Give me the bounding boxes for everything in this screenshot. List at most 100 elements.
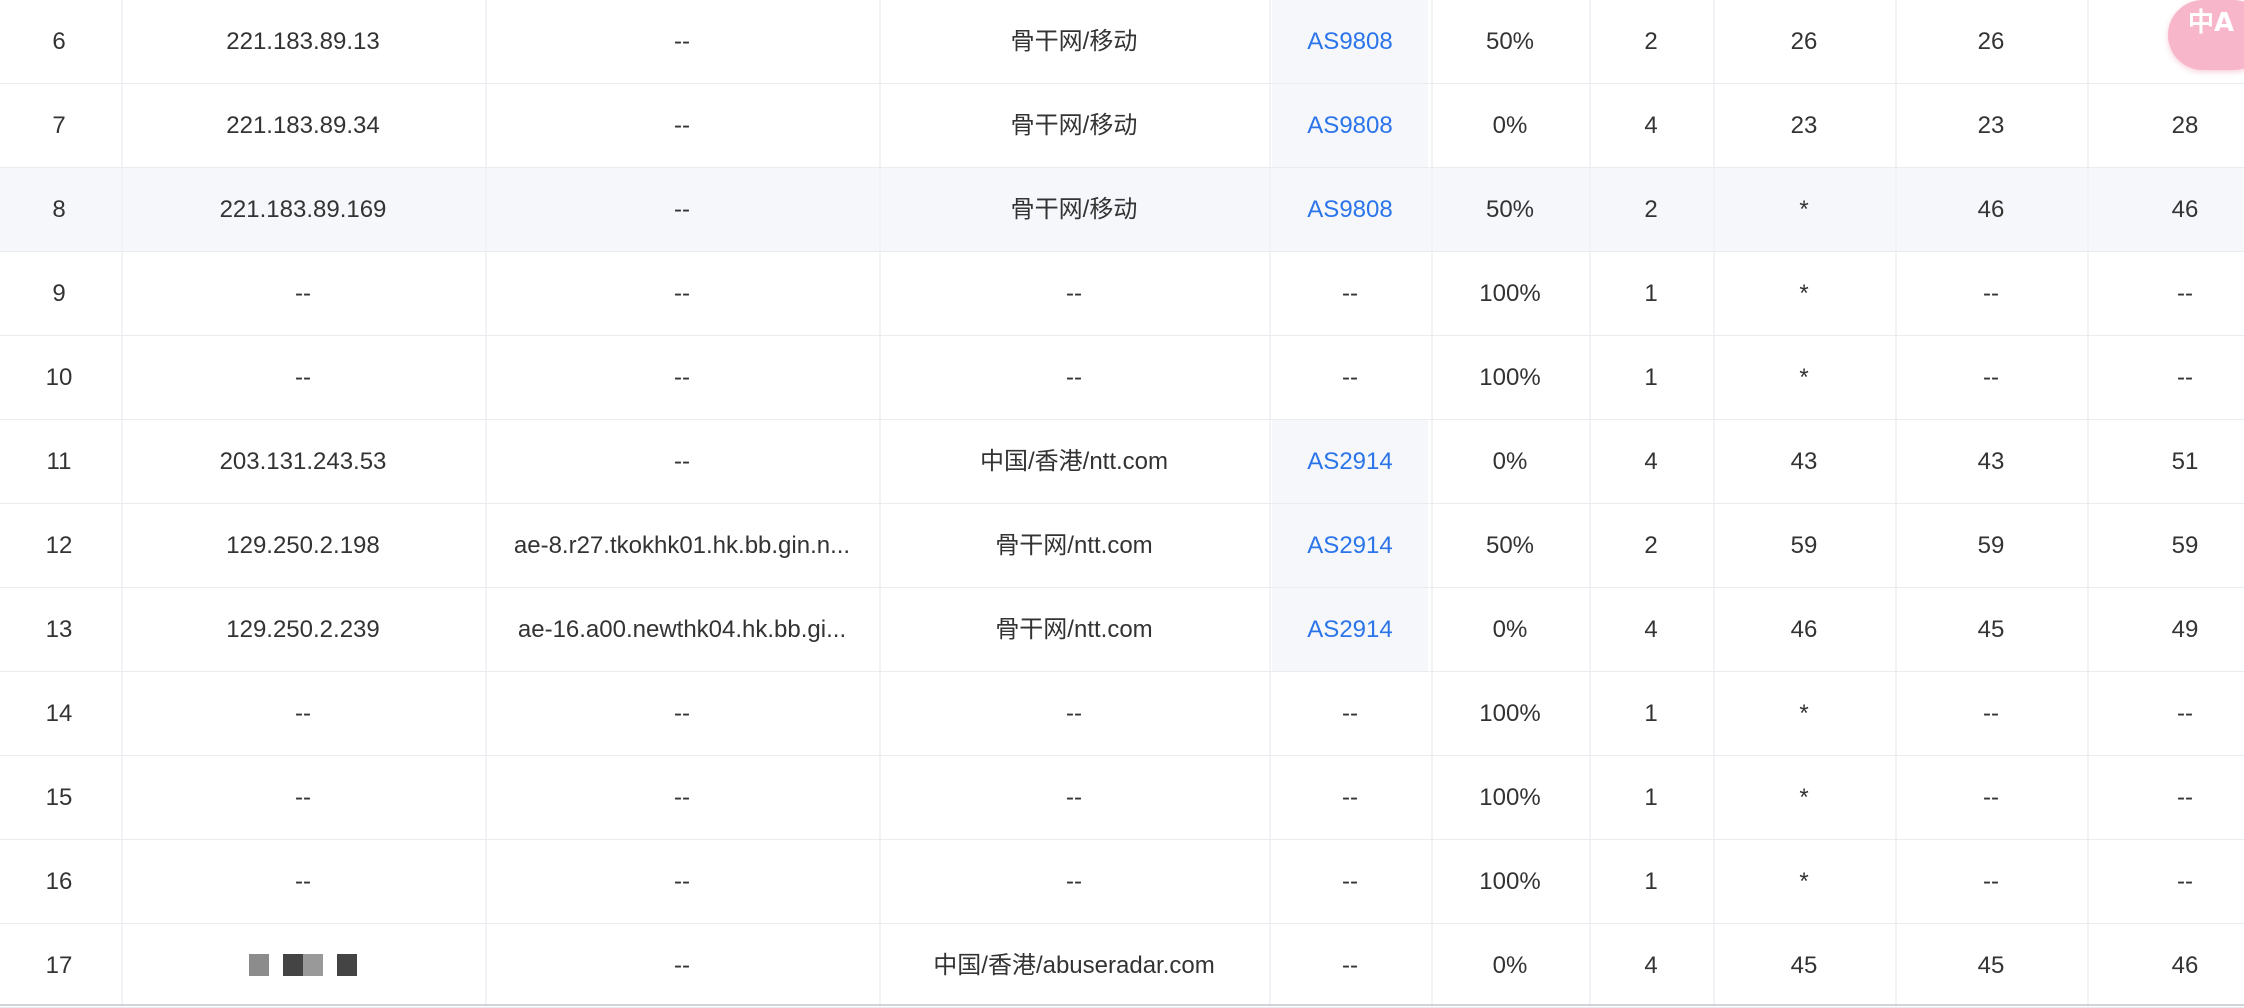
translate-icon: 中A — [2188, 8, 2235, 38]
hop-number-cell: 13 — [45, 616, 73, 643]
hostname-cell: -- — [674, 868, 690, 895]
column-separator — [1589, 420, 1591, 503]
column-separator — [1589, 588, 1591, 671]
column-separator — [1589, 84, 1591, 167]
column-separator — [1431, 588, 1433, 671]
column-separator — [1589, 0, 1591, 83]
asn-cell[interactable]: AS2914 — [1272, 588, 1428, 671]
avg-latency-cell: 59 — [1977, 532, 2005, 559]
location-cell: -- — [1066, 364, 1082, 391]
table-row: 16 -- -- -- -- 100% 1 * -- -- — [0, 840, 2244, 924]
ip-address-cell: 129.250.2.198 — [226, 532, 380, 559]
location-cell: 中国/香港/ntt.com — [979, 448, 1169, 475]
column-separator — [1589, 168, 1591, 251]
last-latency-cell: * — [1799, 196, 1809, 223]
column-separator — [879, 0, 881, 83]
asn-cell[interactable]: AS2914 — [1272, 420, 1428, 503]
best-latency-cell: -- — [2177, 280, 2193, 307]
table-row: 8 221.183.89.169 -- 骨干网/移动 AS9808 50% 2 * 46 46 — [0, 168, 2244, 252]
column-separator — [485, 756, 487, 839]
hop-number-cell: 12 — [45, 532, 73, 559]
hostname-cell: ae-8.r27.tkokhk01.hk.bb.gin.n... — [513, 532, 851, 559]
column-separator — [1713, 924, 1715, 1007]
column-separator — [1589, 924, 1591, 1007]
ip-address-cell: 129.250.2.239 — [226, 616, 380, 643]
hop-number-cell: 8 — [52, 196, 66, 223]
column-separator — [1895, 924, 1897, 1007]
column-separator — [879, 840, 881, 923]
column-separator — [1713, 756, 1715, 839]
column-separator — [121, 420, 123, 503]
column-separator — [879, 84, 881, 167]
column-separator — [1895, 0, 1897, 83]
column-separator — [121, 672, 123, 755]
column-separator — [1269, 168, 1271, 251]
column-separator — [1713, 588, 1715, 671]
column-separator — [1431, 756, 1433, 839]
column-separator — [2087, 840, 2089, 923]
language-toggle-button[interactable]: 中A — [2168, 0, 2244, 70]
column-separator — [879, 924, 881, 1007]
hostname-cell: -- — [674, 112, 690, 139]
asn-cell[interactable]: AS9808 — [1272, 168, 1428, 251]
sent-count-cell: 4 — [1644, 952, 1658, 979]
column-separator — [1431, 0, 1433, 83]
packet-loss-cell: 0% — [1492, 952, 1528, 979]
avg-latency-cell: -- — [1983, 784, 1999, 811]
hostname-cell: -- — [674, 196, 690, 223]
column-separator — [121, 588, 123, 671]
column-separator — [1269, 588, 1271, 671]
column-separator — [485, 420, 487, 503]
best-latency-cell: 59 — [2171, 532, 2199, 559]
asn-cell: -- — [1342, 952, 1358, 979]
column-separator — [879, 672, 881, 755]
best-latency-cell: -- — [2177, 868, 2193, 895]
table-row: 11 203.131.243.53 -- 中国/香港/ntt.com AS2914 0% 4… — [0, 420, 2244, 504]
location-cell: 骨干网/ntt.com — [995, 532, 1153, 559]
column-separator — [485, 84, 487, 167]
ip-address-cell: -- — [295, 364, 311, 391]
column-separator — [121, 84, 123, 167]
column-separator — [1431, 672, 1433, 755]
redaction-block — [337, 953, 357, 976]
redacted-ip-cell — [124, 924, 482, 1007]
table-row: 10 -- -- -- -- 100% 1 * -- -- — [0, 336, 2244, 420]
location-cell: 骨干网/ntt.com — [995, 616, 1153, 643]
column-separator — [2087, 420, 2089, 503]
column-separator — [1713, 336, 1715, 419]
location-cell: 中国/香港/abuseradar.com — [933, 952, 1215, 979]
column-separator — [2087, 252, 2089, 335]
column-separator — [2087, 588, 2089, 671]
last-latency-cell: * — [1799, 868, 1809, 895]
location-cell: -- — [1066, 700, 1082, 727]
column-separator — [485, 336, 487, 419]
column-separator — [121, 336, 123, 419]
column-separator — [1713, 84, 1715, 167]
packet-loss-cell: 0% — [1492, 112, 1528, 139]
asn-cell[interactable]: AS9808 — [1272, 84, 1428, 167]
avg-latency-cell: 43 — [1977, 448, 2005, 475]
avg-latency-cell: 45 — [1977, 952, 2005, 979]
column-separator — [2087, 924, 2089, 1007]
column-separator — [485, 588, 487, 671]
hop-number-cell: 16 — [45, 868, 73, 895]
best-latency-cell: -- — [2177, 700, 2193, 727]
avg-latency-cell: -- — [1983, 280, 1999, 307]
ip-address-cell: 221.183.89.34 — [226, 112, 380, 139]
last-latency-cell: * — [1799, 364, 1809, 391]
asn-cell: -- — [1342, 364, 1358, 391]
column-separator — [879, 756, 881, 839]
column-separator — [485, 672, 487, 755]
asn-cell[interactable]: AS2914 — [1272, 504, 1428, 587]
best-latency-cell: 46 — [2171, 196, 2199, 223]
avg-latency-cell: -- — [1983, 700, 1999, 727]
asn-cell[interactable]: AS9808 — [1272, 0, 1428, 83]
table-row: 14 -- -- -- -- 100% 1 * -- -- — [0, 672, 2244, 756]
avg-latency-cell: 26 — [1977, 28, 2005, 55]
column-separator — [485, 168, 487, 251]
sent-count-cell: 4 — [1644, 448, 1658, 475]
last-latency-cell: 59 — [1790, 532, 1818, 559]
column-separator — [1269, 336, 1271, 419]
column-separator — [1713, 840, 1715, 923]
packet-loss-cell: 0% — [1492, 616, 1528, 643]
